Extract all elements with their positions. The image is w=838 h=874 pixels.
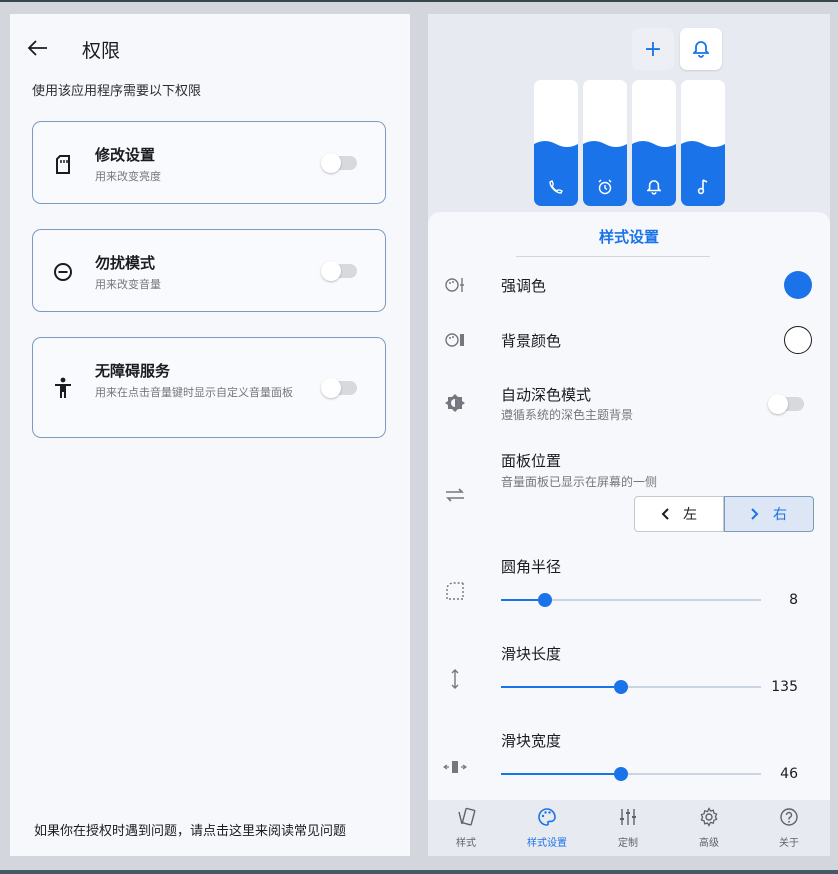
nav-item-style[interactable]: 样式 — [428, 806, 506, 852]
permission-desc: 用来在点击音量键时显示自定义音量面板 — [95, 386, 293, 399]
help-icon — [779, 806, 799, 828]
sheet-divider — [516, 256, 710, 257]
permission-title: 修改设置 — [95, 146, 156, 164]
slider-thumb[interactable] — [538, 593, 552, 607]
volume-slider-call[interactable] — [534, 80, 578, 206]
position-right-label: 右 — [773, 507, 787, 523]
slider-length-slider[interactable] — [501, 680, 761, 694]
chevron-left-icon — [661, 508, 669, 520]
permission-desc: 用来改变音量 — [95, 278, 161, 291]
slider-active-track — [501, 773, 621, 775]
arrow-left-icon — [28, 40, 47, 56]
permission-title: 勿扰模式 — [95, 254, 156, 272]
top-divider — [0, 0, 838, 2]
horizontal-resize-icon — [442, 754, 468, 780]
nav-label: 样式设置 — [527, 838, 567, 849]
permission-title: 无障碍服务 — [95, 362, 171, 380]
position-left-button[interactable]: 左 — [634, 496, 724, 532]
slider-length-label: 滑块长度 — [501, 645, 562, 663]
nav-label: 定制 — [618, 838, 638, 849]
volume-slider-alarm[interactable] — [583, 80, 627, 206]
sheet-title: 样式设置 — [598, 228, 659, 246]
position-left-label: 左 — [683, 507, 697, 523]
background-color-swatch[interactable] — [784, 326, 812, 354]
background-color-label: 背景颜色 — [501, 332, 562, 350]
volume-slider-ring[interactable] — [632, 80, 676, 206]
do-not-disturb-toggle[interactable] — [321, 261, 357, 281]
toggle-knob — [768, 394, 788, 414]
style-settings-screen: + 样式设置 强调色 背景颜色 自动深色模式 遵循系统的深色主题背景 面板位置 … — [428, 14, 830, 856]
slider-width-value: 46 — [780, 766, 798, 782]
accessibility-toggle[interactable] — [321, 378, 357, 398]
nav-label: 关于 — [779, 838, 799, 849]
permissions-screen: 权限 使用该应用程序需要以下权限 修改设置 用来改变亮度 勿扰模式 用来改变音量… — [10, 14, 410, 856]
nav-item-advanced[interactable]: 高级 — [669, 806, 749, 852]
bell-icon — [693, 41, 709, 58]
slider-thumb[interactable] — [614, 767, 628, 781]
palette-accent-icon — [442, 272, 468, 298]
palette-icon — [537, 806, 557, 828]
accessibility-icon — [51, 376, 75, 400]
accent-color-label: 强调色 — [501, 277, 547, 295]
dark-mode-label: 自动深色模式 — [501, 386, 592, 404]
bottom-navigation: 样式 样式设置 定制 高级 关于 — [428, 800, 830, 856]
sd-card-icon — [51, 152, 75, 176]
dark-mode-desc: 遵循系统的深色主题背景 — [501, 408, 634, 422]
slider-length-value: 135 — [771, 679, 798, 695]
corner-radius-icon — [442, 578, 468, 604]
wave-decoration — [632, 141, 676, 150]
volume-slider-media[interactable] — [681, 80, 725, 206]
slider-width-label: 滑块宽度 — [501, 732, 562, 750]
palette-background-icon — [442, 327, 468, 353]
panel-position-toggle-group: 左 右 — [634, 496, 814, 532]
ringer-mode-button[interactable] — [680, 28, 722, 70]
wave-decoration — [583, 141, 627, 150]
style-icon — [456, 806, 476, 828]
wave-decoration — [534, 141, 578, 150]
permission-desc: 用来改变亮度 — [95, 170, 161, 183]
nav-item-about[interactable]: 关于 — [749, 806, 829, 852]
permissions-subtitle: 使用该应用程序需要以下权限 — [32, 84, 202, 99]
nav-item-style-settings[interactable]: 样式设置 — [507, 806, 587, 852]
alarm-icon — [583, 178, 627, 196]
slider-width-slider[interactable] — [501, 767, 761, 781]
swap-horizontal-icon — [442, 482, 468, 508]
modify-settings-toggle[interactable] — [321, 153, 357, 173]
corner-radius-value: 8 — [789, 592, 798, 608]
phone-icon — [534, 178, 578, 196]
permission-card-do-not-disturb[interactable]: 勿扰模式 用来改变音量 — [32, 229, 386, 312]
accent-color-swatch[interactable] — [784, 271, 812, 299]
permission-card-accessibility[interactable]: 无障碍服务 用来在点击音量键时显示自定义音量面板 — [32, 337, 386, 438]
nav-label: 样式 — [456, 838, 476, 849]
brightness-icon — [442, 390, 468, 416]
toggle-knob — [321, 378, 341, 398]
style-settings-sheet: 样式设置 强调色 背景颜色 自动深色模式 遵循系统的深色主题背景 面板位置 音量… — [428, 212, 830, 856]
corner-radius-slider[interactable] — [501, 593, 761, 607]
bell-icon — [632, 178, 676, 196]
corner-radius-label: 圆角半径 — [501, 558, 562, 576]
nav-label: 高级 — [699, 838, 719, 849]
toggle-knob — [321, 261, 341, 281]
toggle-knob — [321, 153, 341, 173]
slider-thumb[interactable] — [614, 680, 628, 694]
slider-active-track — [501, 686, 621, 688]
position-right-button[interactable]: 右 — [724, 496, 814, 532]
vertical-resize-icon — [442, 666, 468, 692]
gear-icon — [699, 806, 719, 828]
panel-position-label: 面板位置 — [501, 452, 562, 470]
page-title: 权限 — [82, 40, 121, 62]
faq-link[interactable]: 如果你在授权时遇到问题，请点击这里来阅读常见问题 — [34, 820, 346, 839]
add-button[interactable]: + — [632, 28, 674, 70]
nav-item-customize[interactable]: 定制 — [588, 806, 668, 852]
back-button[interactable] — [24, 36, 52, 60]
permission-card-modify-settings[interactable]: 修改设置 用来改变亮度 — [32, 121, 386, 204]
music-icon — [681, 178, 725, 196]
chevron-right-icon — [751, 508, 759, 520]
bottom-divider — [0, 870, 838, 874]
dark-mode-toggle[interactable] — [768, 394, 804, 414]
wave-decoration — [681, 141, 725, 150]
panel-position-desc: 音量面板已显示在屏幕的一侧 — [501, 475, 658, 489]
minus-circle-icon — [51, 260, 75, 284]
tune-icon — [619, 806, 637, 828]
